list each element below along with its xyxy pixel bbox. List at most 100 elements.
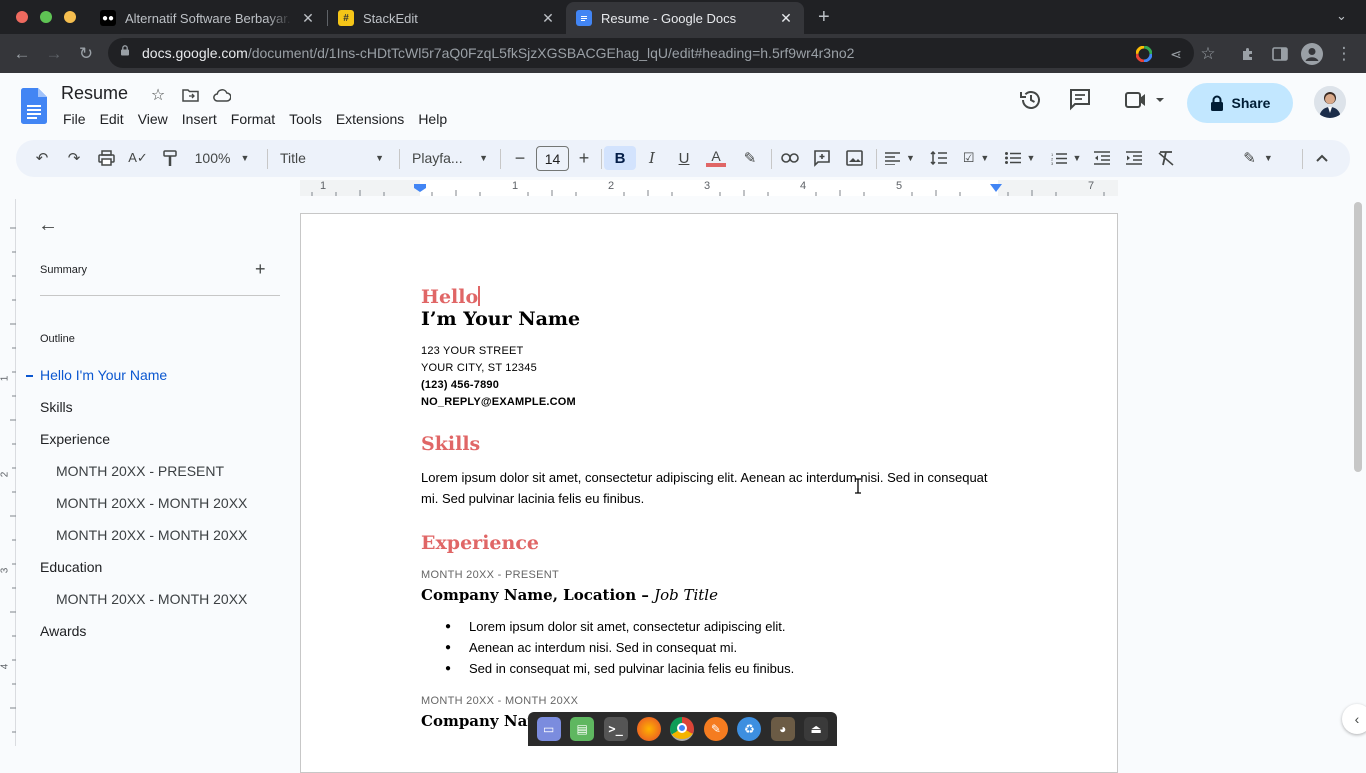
close-icon[interactable]: ✕ <box>778 10 794 27</box>
job-bullet-list[interactable]: Lorem ipsum dolor sit amet, consectetur … <box>421 616 1001 679</box>
outline-item[interactable]: MONTH 20XX - MONTH 20XX <box>56 527 247 543</box>
add-comment-icon[interactable] <box>810 146 834 170</box>
left-indent-marker[interactable] <box>414 184 426 192</box>
file-manager-icon[interactable]: ▤ <box>570 717 595 741</box>
insert-link-icon[interactable] <box>778 146 802 170</box>
comments-icon[interactable] <box>1068 87 1092 116</box>
paragraph-style-dropdown[interactable]: Title ▼ <box>280 146 384 170</box>
close-outline-back-arrow-icon[interactable]: ← <box>38 214 62 238</box>
browser-tab[interactable]: ●● Alternatif Software Berbayar. A ✕ <box>90 2 326 34</box>
forward-icon[interactable]: → <box>42 42 66 66</box>
outline-item[interactable]: Skills <box>40 399 73 415</box>
decrease-font-size-icon[interactable]: − <box>510 146 530 170</box>
right-indent-marker[interactable] <box>990 184 1002 192</box>
decrease-indent-icon[interactable] <box>1090 146 1114 170</box>
add-summary-icon[interactable]: + <box>255 259 266 280</box>
clear-formatting-icon[interactable] <box>1154 146 1178 170</box>
list-item[interactable]: Lorem ipsum dolor sit amet, consectetur … <box>421 616 1001 637</box>
menu-format[interactable]: Format <box>224 109 282 129</box>
account-avatar[interactable] <box>1314 86 1346 118</box>
highlight-color-icon[interactable]: ✎ <box>738 146 762 170</box>
menu-view[interactable]: View <box>131 109 175 129</box>
underline-icon[interactable]: U <box>672 146 696 170</box>
menu-insert[interactable]: Insert <box>175 109 224 129</box>
phone-line[interactable]: (123) 456-7890 <box>421 379 1001 391</box>
back-icon[interactable]: ← <box>10 42 34 66</box>
terminal-icon[interactable]: >_ <box>603 717 628 741</box>
outline-item[interactable]: Education <box>40 559 102 575</box>
cloud-saved-icon[interactable] <box>212 85 232 105</box>
insert-image-icon[interactable] <box>842 146 866 170</box>
menu-extensions[interactable]: Extensions <box>329 109 411 129</box>
minimize-window-button[interactable] <box>64 11 76 23</box>
chrome-icon[interactable] <box>670 717 695 741</box>
bold-icon[interactable]: B <box>604 146 636 170</box>
firefox-icon[interactable] <box>637 717 662 741</box>
new-tab-button[interactable]: + <box>818 6 830 29</box>
reload-icon[interactable]: ↻ <box>74 42 98 66</box>
meet-video-icon[interactable] <box>1124 89 1164 116</box>
text-color-icon[interactable]: A <box>704 146 728 170</box>
address-line[interactable]: 123 YOUR STREET <box>421 345 1001 357</box>
extensions-puzzle-icon[interactable] <box>1236 42 1260 66</box>
browser-tab[interactable]: # StackEdit ✕ <box>328 2 566 34</box>
document-page[interactable]: Hello I’m Your Name 123 YOUR STREET YOUR… <box>300 213 1118 773</box>
bulleted-list-dropdown[interactable]: ▼ <box>1002 146 1038 170</box>
email-line[interactable]: NO_REPLY@EXAMPLE.COM <box>421 396 1001 408</box>
side-panel-icon[interactable] <box>1268 42 1292 66</box>
close-icon[interactable]: ✕ <box>300 10 316 27</box>
menu-tools[interactable]: Tools <box>282 109 329 129</box>
gimp-icon[interactable]: ◕ <box>770 717 795 741</box>
numbered-list-dropdown[interactable]: 123 ▼ <box>1048 146 1084 170</box>
move-folder-icon[interactable] <box>180 85 200 105</box>
google-icon[interactable] <box>1132 42 1156 66</box>
share-page-icon[interactable]: ⋖ <box>1164 42 1188 66</box>
job-company-line[interactable]: Company Name, Location – Job Title <box>421 586 1001 604</box>
vertical-ruler[interactable]: 1 2 3 4 <box>0 199 16 746</box>
align-dropdown[interactable]: ▼ <box>882 146 918 170</box>
spellcheck-icon[interactable]: A✓ <box>126 146 150 170</box>
job-date[interactable]: MONTH 20XX - PRESENT <box>421 569 1001 581</box>
list-item[interactable]: Aenean ac interdum nisi. Sed in consequa… <box>421 637 1001 658</box>
outline-item[interactable]: MONTH 20XX - PRESENT <box>56 463 224 479</box>
editing-mode-dropdown[interactable]: ✎ ▼ <box>1238 146 1278 170</box>
browser-menu-icon[interactable]: ⋮ <box>1332 42 1356 66</box>
list-item[interactable]: Sed in consequat mi, sed pulvinar lacini… <box>421 658 1001 679</box>
checklist-dropdown[interactable]: ☑ ▼ <box>958 146 994 170</box>
job-date[interactable]: MONTH 20XX - MONTH 20XX <box>421 695 1001 707</box>
eject-icon[interactable]: ⏏ <box>804 717 829 741</box>
version-history-icon[interactable] <box>1018 87 1044 118</box>
address-line[interactable]: YOUR CITY, ST 12345 <box>421 362 1001 374</box>
skills-paragraph[interactable]: Lorem ipsum dolor sit amet, consectetur … <box>421 467 1001 509</box>
tab-search-chevron-icon[interactable]: ⌄ <box>1336 8 1347 24</box>
profile-avatar-icon[interactable] <box>1300 42 1324 66</box>
google-docs-logo-icon[interactable] <box>21 88 47 124</box>
document-title[interactable]: Resume <box>61 83 128 104</box>
print-icon[interactable] <box>94 146 118 170</box>
increase-indent-icon[interactable] <box>1122 146 1146 170</box>
show-side-panel-chevron-icon[interactable]: ‹ <box>1342 704 1366 734</box>
outline-item[interactable]: MONTH 20XX - MONTH 20XX <box>56 591 247 607</box>
undo-icon[interactable]: ↶ <box>30 146 54 170</box>
recycle-icon[interactable]: ♻ <box>737 717 762 741</box>
close-icon[interactable]: ✕ <box>540 10 556 27</box>
line-spacing-icon[interactable] <box>926 146 950 170</box>
outline-item[interactable]: Hello I'm Your Name <box>40 367 167 383</box>
drawing-app-icon[interactable]: ✎ <box>703 717 728 741</box>
heading-experience[interactable]: Experience <box>421 532 1001 554</box>
heading-name[interactable]: I’m Your Name <box>421 308 1001 330</box>
paint-format-icon[interactable] <box>158 146 182 170</box>
outline-item[interactable]: MONTH 20XX - MONTH 20XX <box>56 495 247 511</box>
heading-skills[interactable]: Skills <box>421 433 1001 455</box>
share-button[interactable]: Share <box>1187 83 1293 123</box>
zoom-dropdown[interactable]: 100% ▼ <box>192 146 252 170</box>
menu-edit[interactable]: Edit <box>93 109 131 129</box>
outline-item[interactable]: Experience <box>40 431 110 447</box>
files-folder-icon[interactable]: ▭ <box>536 717 561 741</box>
star-icon[interactable]: ☆ <box>148 85 168 105</box>
redo-icon[interactable]: ↷ <box>62 146 86 170</box>
font-family-dropdown[interactable]: Playfa... ▼ <box>412 146 488 170</box>
font-size-input[interactable]: 14 <box>536 146 569 171</box>
increase-font-size-icon[interactable]: + <box>574 146 594 170</box>
menu-help[interactable]: Help <box>411 109 454 129</box>
